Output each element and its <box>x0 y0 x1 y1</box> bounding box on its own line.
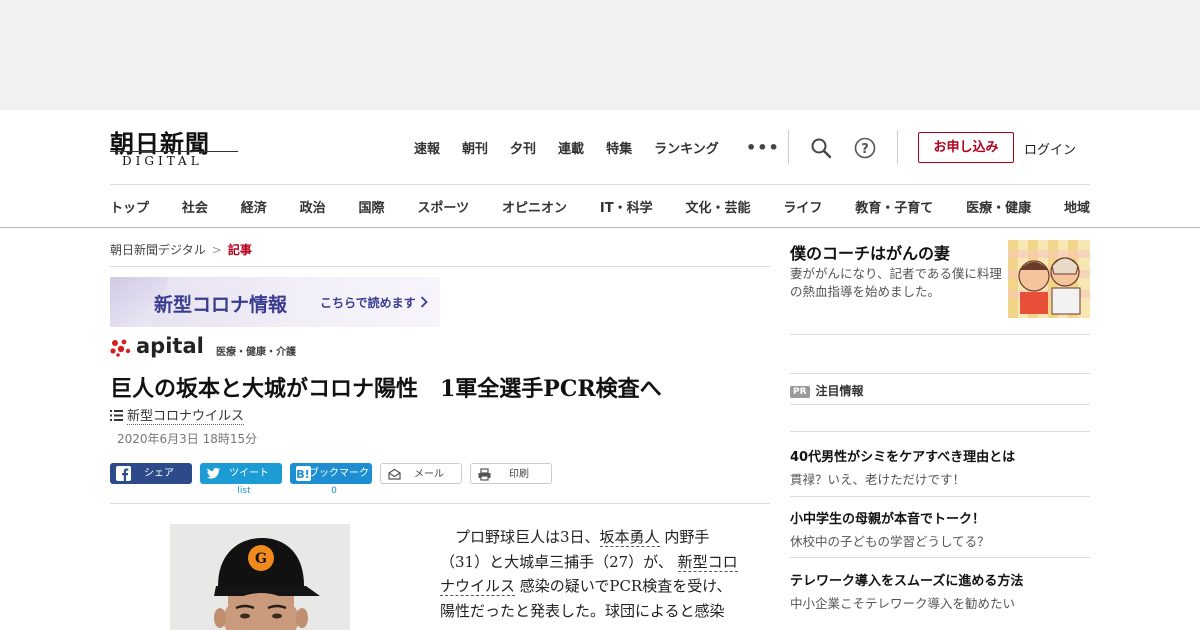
logo-digital: DIGITAL <box>122 154 203 168</box>
hatena-bookmark-button[interactable]: B! ブックマーク <box>290 463 372 484</box>
facebook-share-button[interactable]: シェア <box>110 463 192 484</box>
pr-item-title[interactable]: 小中学生の母親が本音でトーク！ <box>790 508 985 527</box>
breadcrumb-divider <box>110 266 770 267</box>
list-icon <box>110 410 123 421</box>
promo-divider <box>790 334 1090 335</box>
cat-sports[interactable]: スポーツ <box>417 197 469 216</box>
apital-mark-icon <box>110 339 131 357</box>
twitter-share-button[interactable]: ツイート <box>200 463 282 484</box>
nav-ranking[interactable]: ランキング <box>654 138 719 157</box>
cat-culture[interactable]: 文化・芸能 <box>685 197 750 216</box>
cat-politics[interactable]: 政治 <box>300 197 326 216</box>
subscribe-button[interactable]: お申し込み <box>918 132 1014 163</box>
promo-description: 妻ががんになり、記者である僕に料理の熱血指導を始めました。 <box>790 266 1002 299</box>
cat-health[interactable]: 医療・健康 <box>966 197 1031 216</box>
pr-item-divider <box>790 496 1090 497</box>
nav-yukan[interactable]: 夕刊 <box>510 138 536 157</box>
pr-item-divider <box>790 557 1090 558</box>
share-divider <box>110 503 770 504</box>
print-button[interactable]: 印刷 <box>470 463 552 484</box>
promo-illustration[interactable] <box>1008 240 1090 318</box>
apital-wordmark: apital <box>136 334 204 358</box>
nav-tokushu[interactable]: 特集 <box>606 138 632 157</box>
header-bottom-border <box>0 227 1200 228</box>
cat-society[interactable]: 社会 <box>182 197 208 216</box>
cat-opinion[interactable]: オピニオン <box>502 197 567 216</box>
cat-international[interactable]: 国際 <box>359 197 385 216</box>
article-date: 2020年6月3日 18時15分 <box>117 432 258 446</box>
corona-banner-link: こちらで読めます <box>320 294 428 311</box>
svg-text:?: ? <box>861 142 869 157</box>
corona-banner-link-label: こちらで読めます <box>320 296 416 310</box>
article-headline: 巨人の坂本と大城がコロナ陽性 1軍全選手PCR検査へ <box>110 376 662 402</box>
mail-share-label: メール <box>414 469 444 480</box>
nav-rensai[interactable]: 連載 <box>558 138 584 157</box>
breadcrumb-separator: > <box>211 243 222 257</box>
login-link[interactable]: ログイン <box>1024 139 1076 158</box>
cat-economy[interactable]: 経済 <box>241 197 267 216</box>
header-divider-2 <box>897 130 898 164</box>
top-nav: 速報 朝刊 夕刊 連載 特集 ランキング <box>414 138 741 157</box>
body-line: ナウイルス 感染の疑いでPCR検査を受け、 <box>440 577 732 596</box>
topic-link-corona-cont[interactable]: ナウイルス <box>440 577 516 596</box>
search-icon[interactable] <box>809 136 833 160</box>
category-nav: トップ 社会 経済 政治 国際 スポーツ オピニオン IT・科学 文化・芸能 ラ… <box>110 197 1090 216</box>
svg-text:G: G <box>255 551 267 567</box>
facebook-share-label: シェア <box>144 468 174 479</box>
help-icon[interactable]: ? <box>853 136 877 160</box>
body-line: プロ野球巨人は3日、坂本勇人 内野手 <box>440 528 710 547</box>
twitter-count-link[interactable]: list <box>203 486 285 496</box>
cat-it-science[interactable]: IT・科学 <box>600 197 653 216</box>
pr-badge: PR <box>790 386 810 398</box>
chevron-right-icon <box>420 296 428 308</box>
hatena-count: 0 <box>331 486 337 496</box>
breadcrumb: 朝日新聞デジタル > 記事 <box>110 241 252 258</box>
pr-item-subtitle: 休校中の子どもの学習どうしてる？ <box>790 534 990 549</box>
article-body: プロ野球巨人は3日、坂本勇人 内野手 （31）と大城卓三捕手（27）が、 新型コ… <box>440 525 760 623</box>
promo-title[interactable]: 僕のコーチはがんの妻 <box>790 240 950 264</box>
body-line: 陽性だったと発表した。球団によると感染 <box>440 601 725 620</box>
print-label: 印刷 <box>509 469 529 480</box>
pr-section-header: PR 注目情報 <box>790 382 864 399</box>
pr-item-subtitle: 貫禄？いえ、老けただけです！ <box>790 472 966 487</box>
nav-sokuho[interactable]: 速報 <box>414 138 440 157</box>
body-line: （31）と大城卓三捕手（27）が、 新型コロ <box>440 552 738 572</box>
topic-link-corona[interactable]: 新型コロ <box>677 552 738 572</box>
apital-subtitle: 医療・健康・介護 <box>216 347 296 358</box>
nav-divider <box>110 184 1090 185</box>
pr-item-title[interactable]: テレワーク導入をスムーズに進める方法 <box>790 570 1023 589</box>
ad-banner-area <box>0 0 1200 110</box>
cat-education[interactable]: 教育・子育て <box>855 197 933 216</box>
breadcrumb-home[interactable]: 朝日新聞デジタル <box>110 243 206 257</box>
corona-info-banner[interactable]: 新型コロナ情報 こちらで読めます <box>110 277 440 327</box>
article-tag-row: 新型コロナウイルス <box>110 405 245 425</box>
cat-top[interactable]: トップ <box>110 197 149 216</box>
twitter-share-label: ツイート <box>229 468 269 479</box>
cat-life[interactable]: ライフ <box>783 197 822 216</box>
player-photo[interactable]: G <box>170 524 350 630</box>
corona-banner-title: 新型コロナ情報 <box>154 294 288 316</box>
mail-share-button[interactable]: メール <box>380 463 462 484</box>
pr-item-subtitle: 中小企業こそテレワーク導入を勧めたい <box>790 596 1016 611</box>
asahi-digital-logo[interactable]: 朝日新聞 DIGITAL <box>110 124 240 170</box>
pr-heading: 注目情報 <box>815 384 864 398</box>
more-menu-icon[interactable]: ••• <box>746 138 780 157</box>
article-tag-link[interactable]: 新型コロナウイルス <box>127 409 245 425</box>
player-portrait-image: G <box>170 524 350 630</box>
header-divider <box>788 130 789 164</box>
pr-header-divider <box>790 404 1090 405</box>
player-link-sakamoto[interactable]: 坂本勇人 <box>599 528 660 547</box>
pr-top-divider <box>790 373 1090 374</box>
breadcrumb-current: 記事 <box>227 243 252 257</box>
hatena-bookmark-label: ブックマーク <box>309 468 369 479</box>
pr-item-title[interactable]: 40代男性がシミをケアすべき理由とは <box>790 446 1015 465</box>
logo-rule <box>110 151 238 152</box>
nav-chokan[interactable]: 朝刊 <box>462 138 488 157</box>
pr-item-divider <box>790 431 1090 432</box>
cat-region[interactable]: 地域 <box>1064 197 1090 216</box>
